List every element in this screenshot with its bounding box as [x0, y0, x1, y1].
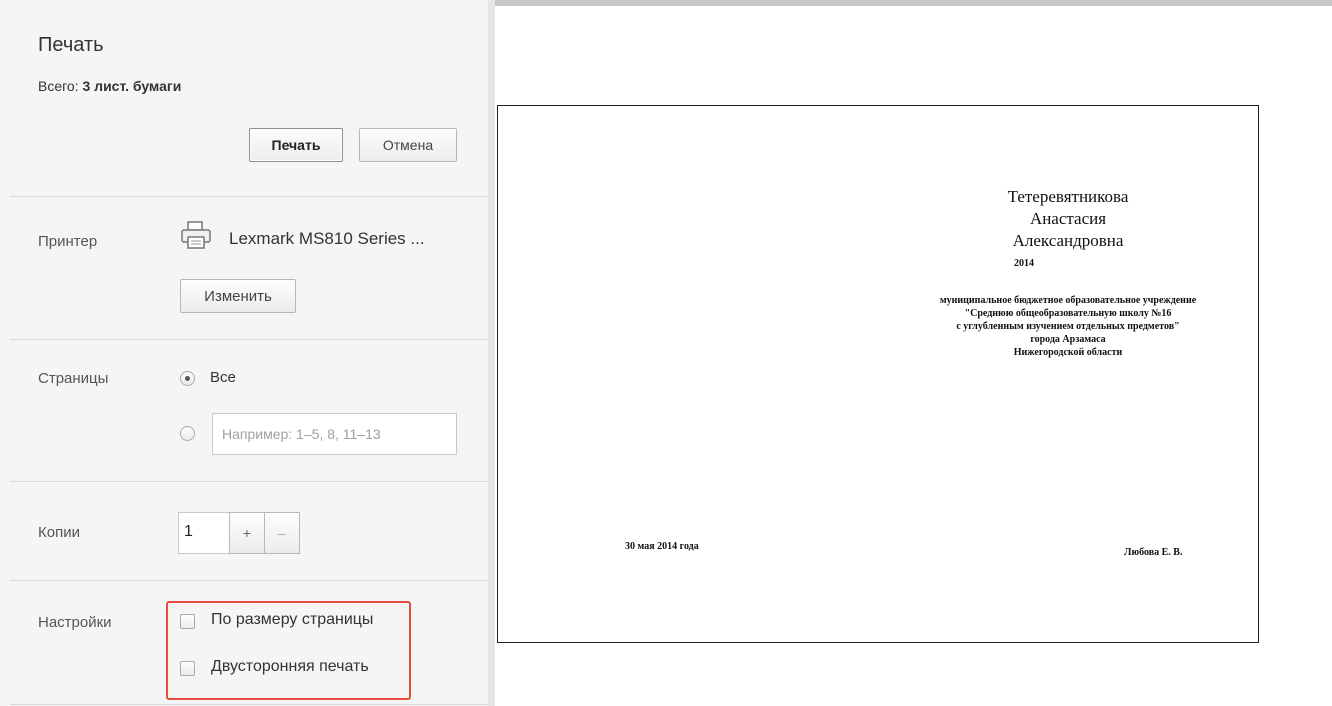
org-line-2: "Среднюю общеобразовательную школу №16 [964, 308, 1172, 319]
copies-label: Копии [38, 524, 80, 541]
name-block: Тетеревятникова Анастасия Александровна [943, 186, 1193, 252]
divider [10, 580, 488, 581]
copies-increment-button[interactable]: + [229, 512, 265, 554]
signature: Любова Е. В. [1124, 547, 1183, 558]
settings-label: Настройки [38, 614, 112, 631]
all-pages-radio[interactable] [180, 371, 195, 386]
total-prefix: Всего: [38, 78, 79, 94]
org-line-5: Нижегородской области [1013, 347, 1123, 358]
printer-name: Lexmark MS810 Series ... [229, 229, 425, 248]
print-preview-page: Тетеревятникова Анастасия Александровна … [497, 105, 1259, 643]
fit-to-page-label: По размеру страницы [211, 611, 374, 628]
panel-splitter [488, 0, 495, 706]
fit-to-page-checkbox[interactable] [180, 614, 195, 629]
organization-block: муниципальное бюджетное образовательное … [896, 294, 1240, 359]
org-line-4: города Арзамаса [1030, 334, 1106, 345]
printer-label: Принтер [38, 233, 98, 250]
print-settings-panel: Печать Всего: 3 лист. бумаги Печать Отме… [0, 0, 489, 706]
total-value: 3 лист. бумаги [82, 78, 182, 94]
change-printer-button[interactable]: Изменить [180, 279, 296, 313]
preview-top-border [495, 0, 1332, 6]
name-line-1: Тетеревятникова [1007, 187, 1129, 206]
duplex-checkbox[interactable] [180, 661, 195, 676]
divider [10, 481, 488, 482]
duplex-label: Двусторонняя печать [211, 658, 369, 675]
print-button[interactable]: Печать [249, 128, 343, 162]
copies-input[interactable]: 1 [178, 512, 230, 554]
year: 2014 [1014, 258, 1034, 269]
page-range-radio[interactable] [180, 426, 195, 441]
name-line-2: Анастасия [1029, 209, 1107, 228]
divider [10, 339, 488, 340]
sheet-total: Всего: 3 лист. бумаги [38, 78, 181, 94]
all-pages-label: Все [210, 369, 236, 386]
name-line-3: Александровна [1012, 231, 1124, 250]
cancel-button[interactable]: Отмена [359, 128, 457, 162]
org-line-3: с углубленным изучением отдельных предме… [956, 321, 1180, 332]
radio-selected-dot [185, 376, 190, 381]
printer-icon [180, 220, 212, 255]
divider [10, 196, 488, 197]
org-line-1: муниципальное бюджетное образовательное … [939, 295, 1197, 306]
dialog-title: Печать [38, 34, 104, 56]
copies-decrement-button[interactable]: – [264, 512, 300, 554]
pages-label: Страницы [38, 370, 109, 387]
page-range-input[interactable] [212, 413, 457, 455]
document-date: 30 мая 2014 года [625, 541, 699, 552]
divider [10, 704, 488, 705]
